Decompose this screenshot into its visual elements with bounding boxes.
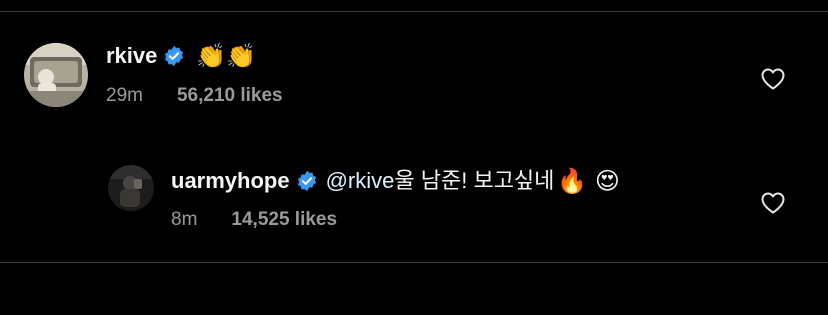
username[interactable]: uarmyhope — [171, 168, 290, 194]
heart-outline-icon[interactable] — [760, 191, 786, 215]
comment-meta: 8m 14,525 likes — [171, 209, 337, 231]
timestamp: 8m — [171, 209, 198, 230]
verified-badge-icon — [296, 170, 318, 192]
avatar[interactable] — [108, 165, 154, 211]
clap-emoji: 👏👏 — [196, 42, 257, 70]
avatar[interactable] — [24, 43, 88, 107]
top-divider — [0, 11, 828, 12]
comment-text-line: uarmyhope @rkive 울 남준! 보고싶네 🔥 😍 — [171, 168, 620, 194]
comment-meta: 29m 56,210 likes — [106, 85, 283, 107]
reply-item: uarmyhope @rkive 울 남준! 보고싶네 🔥 😍 8m 14,52… — [0, 160, 828, 240]
comment-body: 울 남준! 보고싶네 — [394, 168, 555, 193]
username[interactable]: rkive — [106, 43, 157, 69]
bottom-divider — [0, 262, 828, 263]
timestamp: 29m — [106, 85, 143, 106]
fire-heart-eyes-emoji: 🔥 😍 — [557, 167, 620, 195]
verified-badge-icon — [163, 45, 185, 67]
likes-count[interactable]: 14,525 likes — [231, 209, 337, 231]
comment-text-line: rkive 👏👏 — [106, 43, 256, 69]
likes-count[interactable]: 56,210 likes — [177, 85, 283, 107]
mention-link[interactable]: @rkive — [326, 168, 395, 194]
heart-outline-icon[interactable] — [760, 67, 786, 91]
comment-item: rkive 👏👏 29m 56,210 likes — [0, 40, 828, 120]
